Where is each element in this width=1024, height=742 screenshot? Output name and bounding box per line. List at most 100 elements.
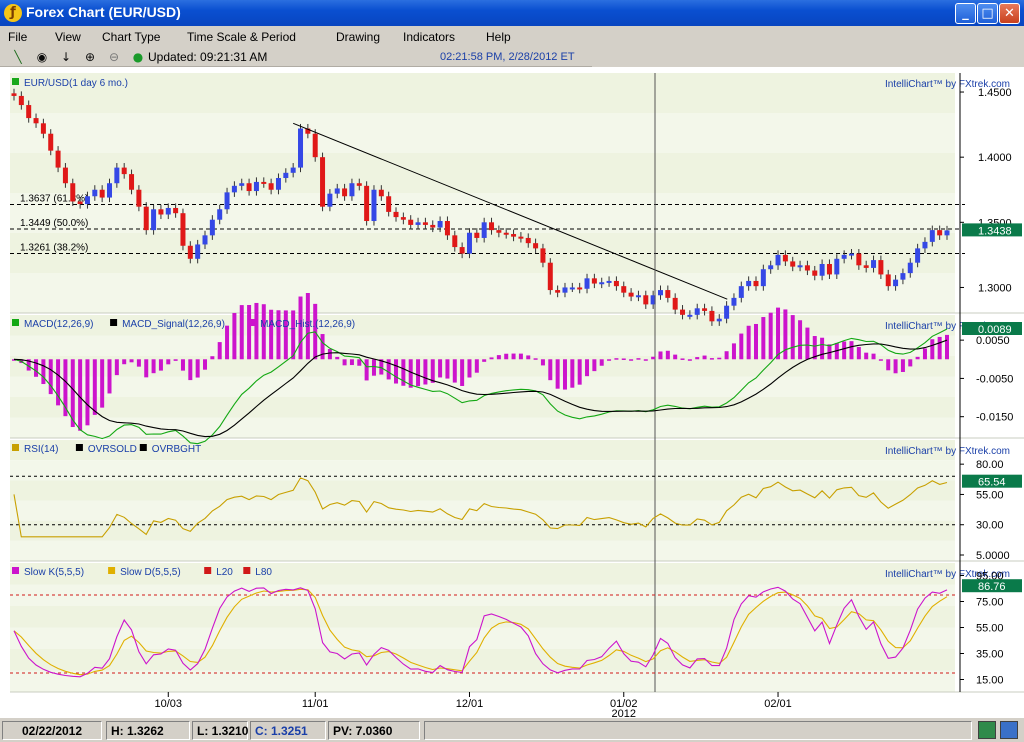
panel-band xyxy=(10,73,955,113)
candle-body xyxy=(569,287,575,290)
candle-body xyxy=(613,280,619,287)
macd-hist-bar xyxy=(607,359,612,361)
window-tile-icon[interactable] xyxy=(978,721,996,739)
rsi-legend-item: RSI(14) xyxy=(24,444,58,455)
macd-tick-label: 0.0050 xyxy=(976,335,1010,347)
price-tick-label: 1.3000 xyxy=(978,282,1012,294)
candle-body xyxy=(224,192,230,210)
stoch-legend-item: L80 xyxy=(255,567,272,578)
macd-tick-label: -0.0050 xyxy=(976,373,1013,385)
draw-line-icon[interactable]: ╲ xyxy=(10,49,26,65)
candle-body xyxy=(885,274,891,287)
candle-body xyxy=(48,133,54,151)
menu-indicators[interactable]: Indicators xyxy=(403,30,455,44)
x-tick-label: 02/01 xyxy=(764,698,792,710)
zoom-out-icon[interactable]: ⊖ xyxy=(106,49,122,65)
macd-hist-bar xyxy=(342,359,347,366)
candle-body xyxy=(731,297,737,306)
candle-body xyxy=(489,222,495,231)
legend-marker xyxy=(12,78,19,85)
candle-body xyxy=(261,181,267,184)
macd-hist-bar xyxy=(665,350,670,360)
macd-hist-bar xyxy=(136,359,141,367)
macd-hist-bar xyxy=(761,317,766,360)
candle-body xyxy=(77,201,83,205)
candle-body xyxy=(591,278,597,284)
panel-band xyxy=(10,500,955,521)
candle-body xyxy=(724,305,730,319)
macd-hist-bar xyxy=(210,356,215,360)
candle-body xyxy=(187,245,193,259)
macd-hist-bar xyxy=(695,357,700,360)
candle-body xyxy=(657,290,663,296)
panel-band xyxy=(10,584,955,606)
status-bar: 02/22/2012 H: 1.3262 L: 1.3210 C: 1.3251… xyxy=(0,717,1024,742)
menu-file[interactable]: File xyxy=(8,30,27,44)
candle-body xyxy=(356,183,362,186)
macd-hist-bar xyxy=(144,359,149,378)
candle-body xyxy=(422,222,428,225)
stoch-tick-label: 15.00 xyxy=(976,675,1004,687)
candle-body xyxy=(621,286,627,293)
candle-body xyxy=(893,279,899,287)
macd-hist-bar xyxy=(460,359,465,386)
rsi-legend-item: OVRBGHT xyxy=(152,444,201,455)
candle-body xyxy=(503,232,509,235)
menu-chart-type[interactable]: Chart Type xyxy=(102,30,160,44)
macd-hist-bar xyxy=(945,334,949,360)
target-icon[interactable]: ◉ xyxy=(34,49,50,65)
menu-drawing[interactable]: Drawing xyxy=(336,30,380,44)
macd-hist-bar xyxy=(790,315,795,360)
macd-hist-bar xyxy=(717,357,722,360)
macd-hist-bar xyxy=(34,359,39,377)
updated-time: Updated: 09:21:31 AM xyxy=(148,50,268,64)
macd-hist-bar xyxy=(570,359,575,388)
maximize-button[interactable]: □ xyxy=(977,3,998,24)
stoch-legend-item: Slow D(5,5,5) xyxy=(120,567,181,578)
legend-marker xyxy=(204,567,212,574)
candle-body xyxy=(547,262,553,291)
macd-hist-bar xyxy=(842,341,847,360)
candle-body xyxy=(863,265,869,268)
toolbar: ╲ ◉ ↓ ⊕ ⊖ ● Updated: 09:21:31 AM 02:21:5… xyxy=(0,47,592,67)
macd-hist-bar xyxy=(562,359,567,390)
window-cascade-icon[interactable] xyxy=(1000,721,1018,739)
macd-hist-bar xyxy=(122,359,127,365)
macd-hist-bar xyxy=(599,359,604,366)
panel-band xyxy=(10,460,955,481)
candle-body xyxy=(782,254,788,262)
stoch-tick-label: 35.00 xyxy=(976,649,1004,661)
server-clock: 02:21:58 PM, 2/28/2012 ET xyxy=(440,51,575,63)
panel-band xyxy=(10,670,955,692)
macd-hist-bar xyxy=(798,320,803,360)
macd-hist-bar xyxy=(658,351,663,360)
candle-body xyxy=(408,219,414,225)
panel-band xyxy=(10,273,955,313)
candle-body xyxy=(275,178,281,190)
menu-time-scale[interactable]: Time Scale & Period xyxy=(187,30,296,44)
macd-hist-bar xyxy=(349,359,354,366)
macd-hist-bar xyxy=(864,352,869,360)
macd-hist-bar xyxy=(489,357,494,360)
minimize-button[interactable]: _ xyxy=(955,3,976,24)
panel-band xyxy=(10,627,955,649)
fib-label: 1.3261 (38.2%) xyxy=(20,242,88,253)
macd-hist-bar xyxy=(100,359,105,408)
macd-hist-bar xyxy=(335,356,340,360)
zoom-in-icon[interactable]: ⊕ xyxy=(82,49,98,65)
close-button[interactable]: ✕ xyxy=(999,3,1020,24)
macd-hist-bar xyxy=(283,310,288,360)
candle-body xyxy=(635,295,641,298)
macd-hist-bar xyxy=(423,359,428,385)
menu-view[interactable]: View xyxy=(55,30,81,44)
legend-marker xyxy=(248,319,256,326)
candle-body xyxy=(694,308,700,315)
panel-band xyxy=(10,606,955,628)
chart-area[interactable]: IntelliChart™ by FXtrek.com IntelliChart™… xyxy=(0,67,1024,720)
macd-hist-bar xyxy=(878,359,883,361)
menu-help[interactable]: Help xyxy=(486,30,511,44)
arrow-down-icon[interactable]: ↓ xyxy=(58,49,74,65)
candle-body xyxy=(716,318,722,322)
macd-hist-bar xyxy=(687,359,692,361)
candle-body xyxy=(400,217,406,220)
